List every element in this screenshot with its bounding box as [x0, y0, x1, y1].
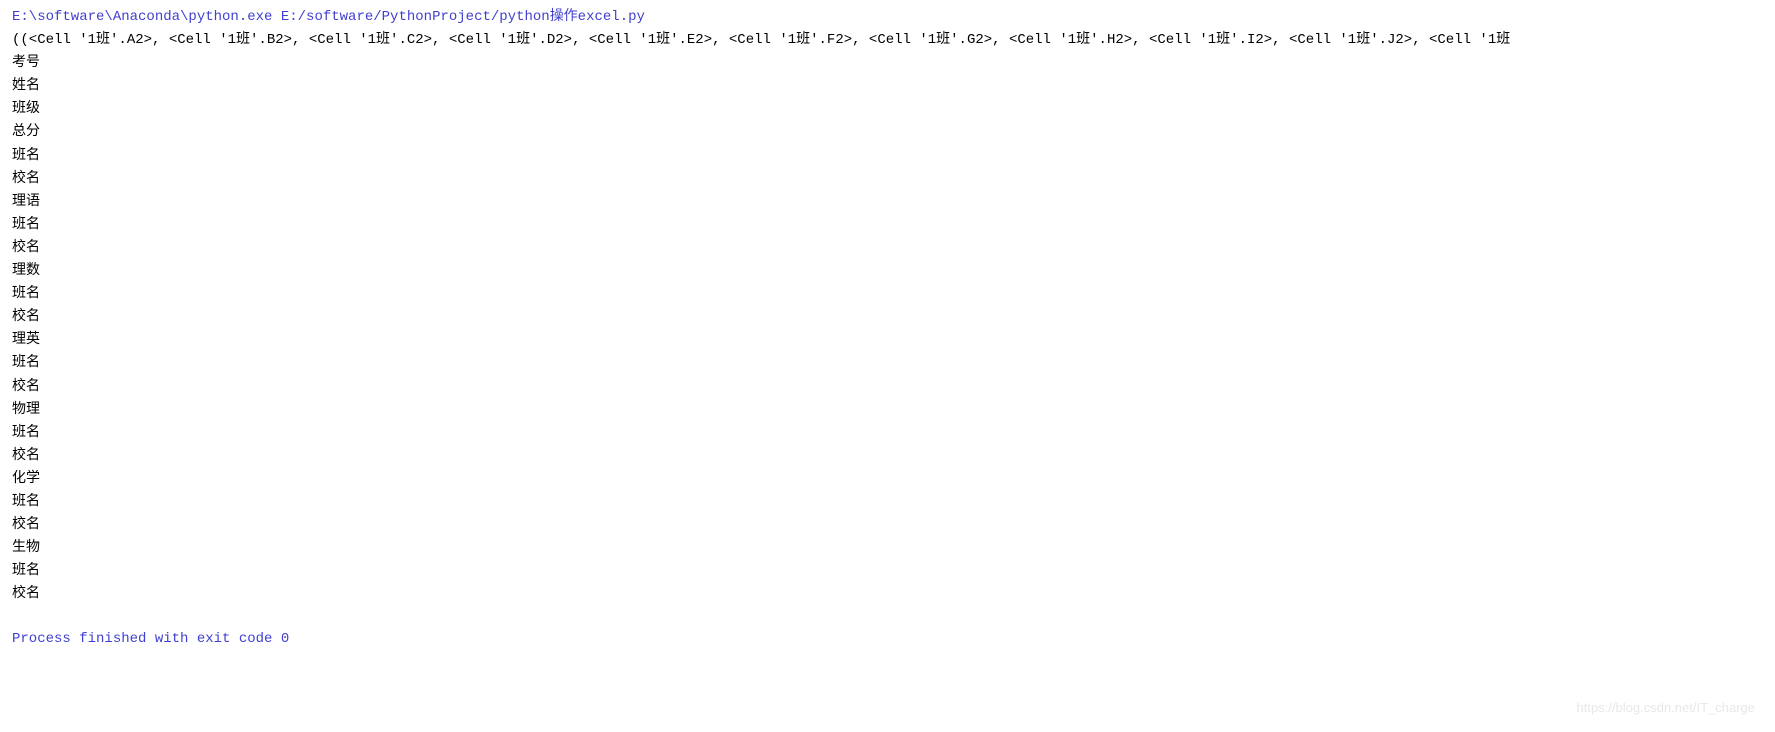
output-line: 理语	[12, 191, 1763, 214]
output-line: 校名	[12, 376, 1763, 399]
output-line: 班名	[12, 560, 1763, 583]
output-line: 总分	[12, 121, 1763, 144]
output-line: 校名	[12, 306, 1763, 329]
output-line: 班级	[12, 98, 1763, 121]
output-line: 生物	[12, 537, 1763, 560]
watermark-text: https://blog.csdn.net/IT_charge	[1577, 697, 1756, 718]
output-line: 校名	[12, 445, 1763, 468]
output-line: 班名	[12, 352, 1763, 375]
output-line: 班名	[12, 214, 1763, 237]
output-line: 班名	[12, 422, 1763, 445]
output-line: 化学	[12, 468, 1763, 491]
output-container: 考号姓名班级总分班名校名理语班名校名理数班名校名理英班名校名物理班名校名化学班名…	[12, 52, 1763, 606]
output-line: 班名	[12, 283, 1763, 306]
output-line: 校名	[12, 583, 1763, 606]
command-line: E:\software\Anaconda\python.exe E:/softw…	[12, 6, 1763, 29]
output-line: 班名	[12, 145, 1763, 168]
output-line: 物理	[12, 399, 1763, 422]
output-line: 班名	[12, 491, 1763, 514]
output-line: 校名	[12, 514, 1763, 537]
process-exit-line: Process finished with exit code 0	[12, 628, 1763, 651]
output-line: 理英	[12, 329, 1763, 352]
output-line: 校名	[12, 237, 1763, 260]
output-line: 校名	[12, 168, 1763, 191]
output-line: 考号	[12, 52, 1763, 75]
output-line: 理数	[12, 260, 1763, 283]
cell-tuple-output: ((<Cell '1班'.A2>, <Cell '1班'.B2>, <Cell …	[12, 29, 1763, 52]
output-line: 姓名	[12, 75, 1763, 98]
